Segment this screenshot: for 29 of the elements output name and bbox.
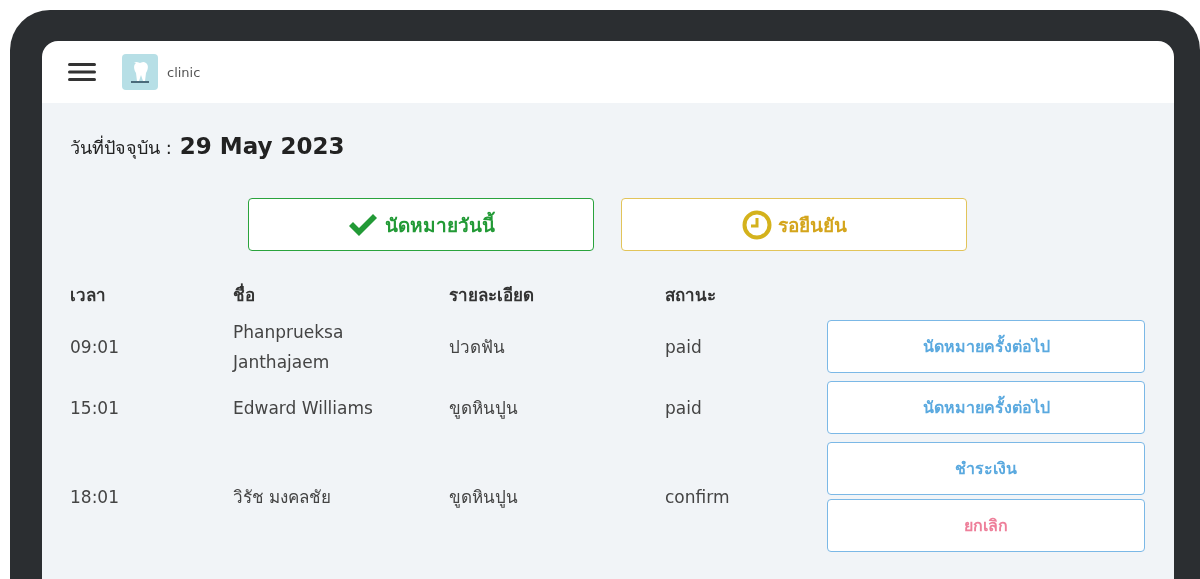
tooth-logo-icon bbox=[122, 54, 158, 90]
action-button[interactable]: นัดหมายครั้งต่อไป bbox=[827, 320, 1145, 373]
filter-button[interactable]: นัดหมายวันนี้ bbox=[248, 198, 594, 251]
action-button[interactable]: ชำระเงิน bbox=[827, 442, 1145, 495]
column-header: ชื่อ bbox=[233, 282, 256, 307]
current-date: 29 May 2023 bbox=[179, 133, 345, 159]
time-cell-text: 09:01 bbox=[70, 335, 120, 359]
detail-cell-text: ปวดฟัน bbox=[449, 335, 506, 359]
patient-name-cell-text: Phanprueksa Janthajaem bbox=[233, 320, 345, 374]
date-label: วันที่ปัจจุบัน : bbox=[70, 134, 172, 161]
brand-name: clinic bbox=[167, 64, 201, 80]
clock-icon bbox=[741, 209, 772, 240]
patient-name-cell-text: Edward Williams bbox=[233, 396, 374, 420]
column-header: รายละเอียด bbox=[449, 284, 535, 307]
detail-cell-text: ขูดหินปูน bbox=[449, 396, 519, 421]
column-header: เวลา bbox=[70, 284, 107, 307]
status-cell-text: paid bbox=[665, 396, 703, 420]
status-cell-text: paid bbox=[665, 335, 703, 359]
filter-button[interactable]: รอยืนยัน bbox=[621, 198, 967, 251]
check-icon bbox=[347, 212, 379, 237]
status-cell-text: confirm bbox=[665, 486, 731, 509]
action-button[interactable]: นัดหมายครั้งต่อไป bbox=[827, 381, 1145, 434]
time-cell-text: 15:01 bbox=[70, 396, 120, 420]
column-header: สถานะ bbox=[665, 284, 717, 307]
menu-icon[interactable] bbox=[68, 62, 96, 82]
time-cell-text: 18:01 bbox=[70, 486, 120, 509]
patient-name-cell-text: วิรัช มงคลชัย bbox=[233, 486, 333, 509]
detail-cell-text: ขูดหินปูน bbox=[449, 486, 519, 510]
action-button[interactable]: ยกเลิก bbox=[827, 499, 1145, 552]
